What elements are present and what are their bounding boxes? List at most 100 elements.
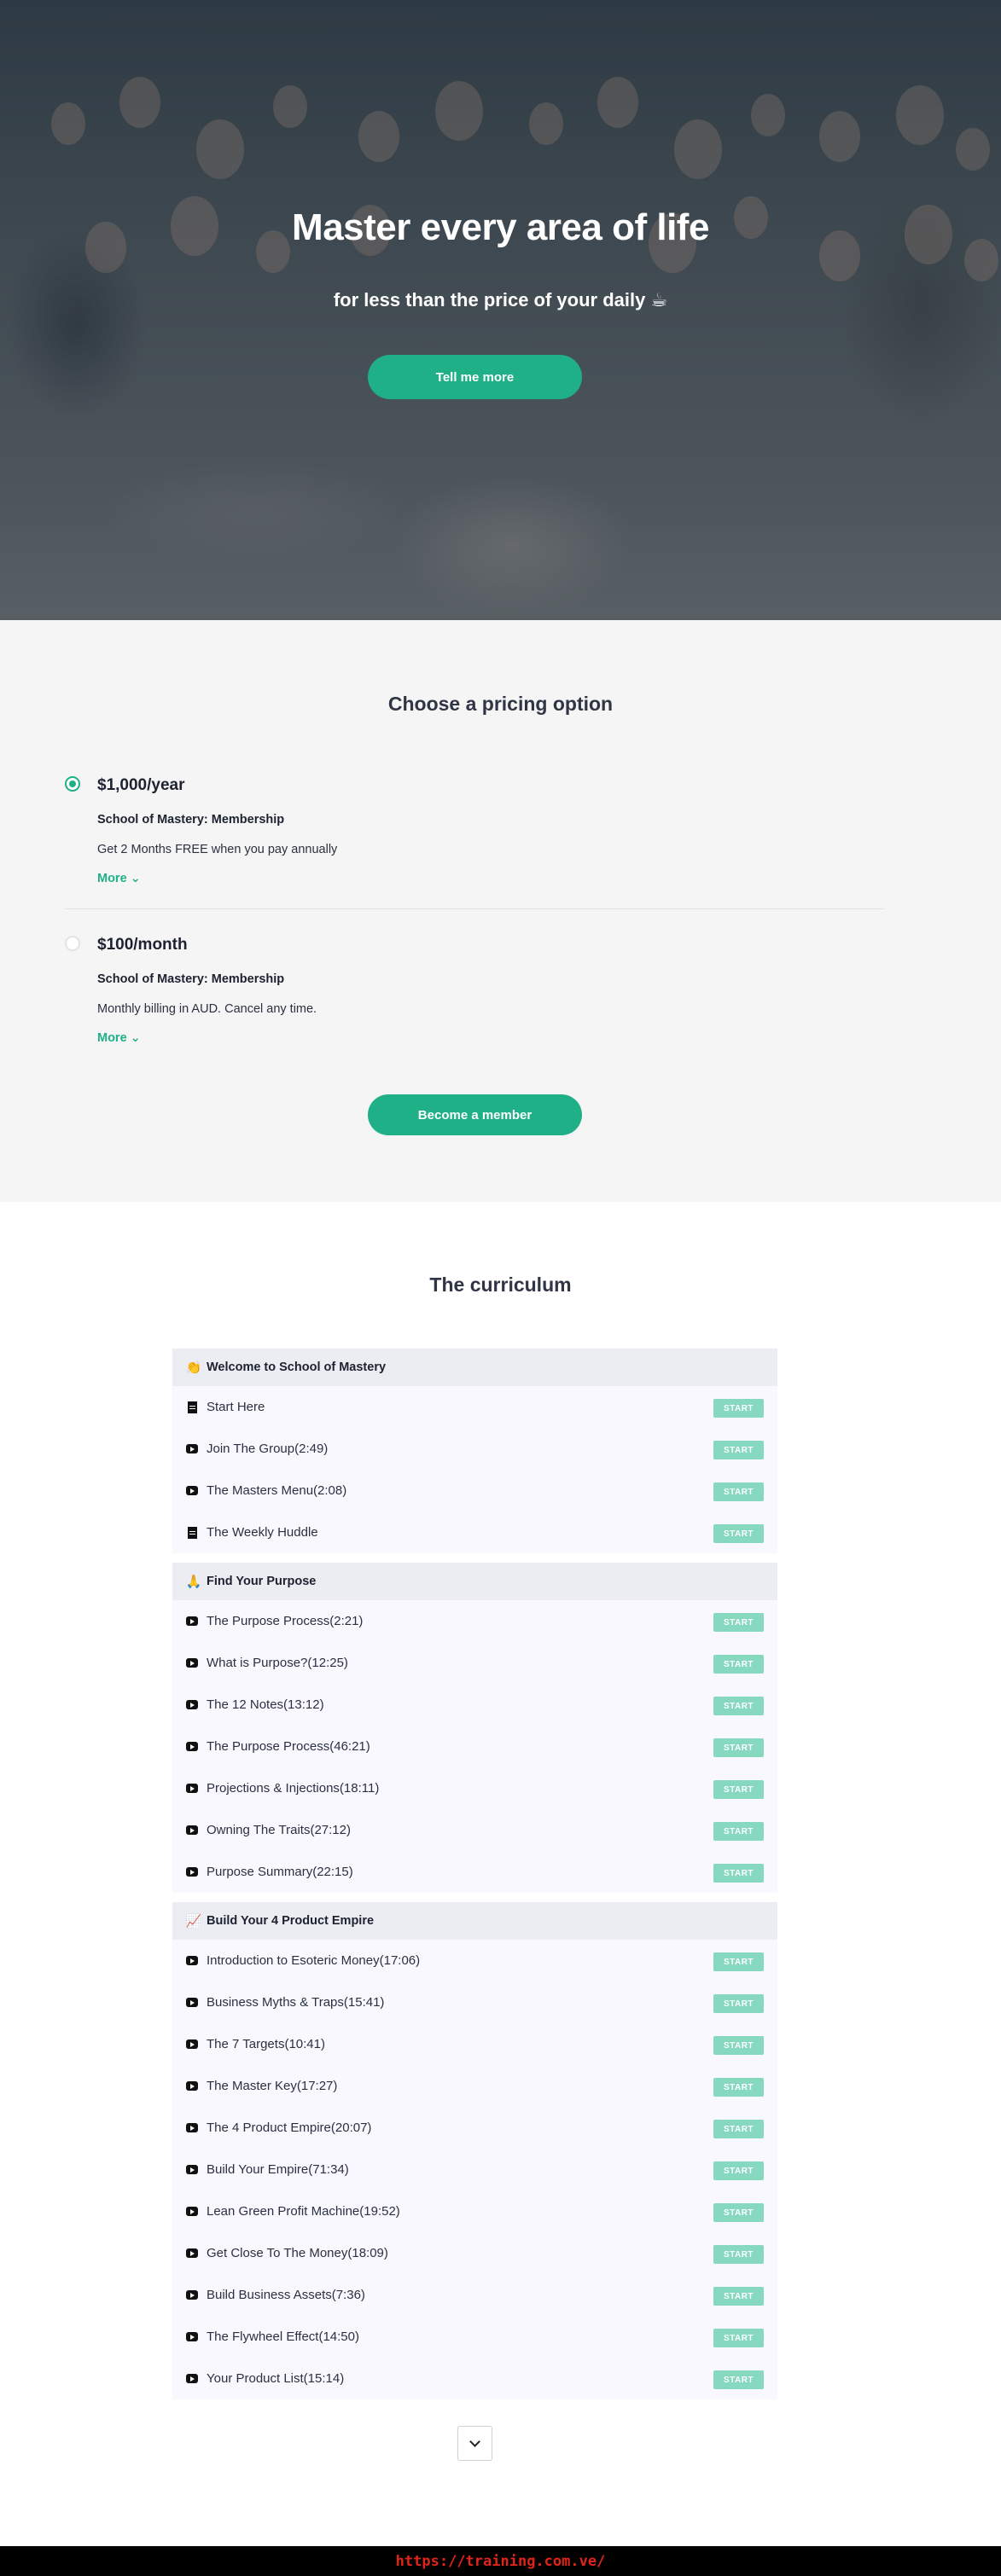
lesson-item[interactable]: Build Business Assets(7:36) START <box>172 2274 777 2316</box>
lesson-item[interactable]: Get Close To The Money(18:09) START <box>172 2232 777 2274</box>
pricing-price: $1,000/year <box>97 776 185 794</box>
watermark-url: https://training.com.ve/ <box>395 2552 606 2570</box>
start-button[interactable]: START <box>713 1655 764 1674</box>
pricing-option-monthly[interactable]: $100/month School of Mastery: Membership… <box>65 936 884 1047</box>
curriculum-section-header: 📈 Build Your 4 Product Empire <box>172 1902 777 1940</box>
lesson-title: The Purpose Process(46:21) <box>207 1739 370 1754</box>
lesson-item[interactable]: What is Purpose?(12:25) START <box>172 1642 777 1684</box>
video-icon <box>186 1658 198 1668</box>
lesson-title: Your Product List(15:14) <box>207 2371 345 2386</box>
start-button[interactable]: START <box>713 1994 764 2013</box>
lesson-item[interactable]: The Masters Menu(2:08) START <box>172 1470 777 1511</box>
lesson-item[interactable]: The Flywheel Effect(14:50) START <box>172 2316 777 2358</box>
start-button[interactable]: START <box>713 2120 764 2138</box>
section-emoji: 🙏 <box>185 1575 202 1589</box>
document-icon <box>188 1526 197 1539</box>
video-icon <box>186 1700 198 1709</box>
start-button[interactable]: START <box>713 1441 764 1459</box>
lesson-title: Owning The Traits(27:12) <box>207 1823 351 1837</box>
start-button[interactable]: START <box>713 1780 764 1799</box>
tell-me-more-button[interactable]: Tell me more <box>368 355 582 399</box>
video-icon <box>186 1956 198 1965</box>
video-icon <box>186 1784 198 1793</box>
start-button[interactable]: START <box>713 1482 764 1501</box>
start-button[interactable]: START <box>713 2329 764 2347</box>
start-button[interactable]: START <box>713 2287 764 2306</box>
video-icon <box>186 2374 198 2383</box>
lesson-title: Build Your Empire(71:34) <box>207 2162 349 2177</box>
lesson-item[interactable]: Build Your Empire(71:34) START <box>172 2149 777 2190</box>
lesson-item[interactable]: Join The Group(2:49) START <box>172 1428 777 1470</box>
radio-unselected[interactable] <box>65 936 80 951</box>
video-icon <box>186 1867 198 1877</box>
lesson-item[interactable]: The Purpose Process(46:21) START <box>172 1726 777 1767</box>
start-button[interactable]: START <box>713 2245 764 2264</box>
start-button[interactable]: START <box>713 2161 764 2180</box>
video-icon <box>186 1444 198 1453</box>
lesson-item[interactable]: The Purpose Process(2:21) START <box>172 1600 777 1642</box>
start-button[interactable]: START <box>713 1864 764 1883</box>
start-button[interactable]: START <box>713 2078 764 2097</box>
lesson-title: The Weekly Huddle <box>207 1525 318 1540</box>
more-link[interactable]: More ⌄ <box>97 1031 141 1045</box>
curriculum-title: The curriculum <box>429 1273 572 1296</box>
start-button[interactable]: START <box>713 2036 764 2055</box>
start-button[interactable]: START <box>713 1613 764 1632</box>
lesson-title: The Purpose Process(2:21) <box>207 1614 364 1628</box>
lesson-title: The 4 Product Empire(20:07) <box>207 2121 372 2135</box>
section-emoji: 📈 <box>185 1914 202 1929</box>
video-icon <box>186 1825 198 1835</box>
lesson-item[interactable]: The 4 Product Empire(20:07) START <box>172 2107 777 2149</box>
lesson-item[interactable]: Your Product List(15:14) START <box>172 2358 777 2399</box>
lesson-title: The Masters Menu(2:08) <box>207 1483 347 1498</box>
start-button[interactable]: START <box>713 1524 764 1543</box>
lesson-item[interactable]: The 7 Targets(10:41) START <box>172 2023 777 2065</box>
lesson-item[interactable]: Owning The Traits(27:12) START <box>172 1809 777 1851</box>
video-icon <box>186 2332 198 2341</box>
lesson-item[interactable]: The Master Key(17:27) START <box>172 2065 777 2107</box>
lesson-title: The 12 Notes(13:12) <box>207 1697 324 1712</box>
lesson-item[interactable]: The Weekly Huddle START <box>172 1511 777 1553</box>
lesson-title: Introduction to Esoteric Money(17:06) <box>207 1953 421 1968</box>
video-icon <box>186 1486 198 1495</box>
lesson-item[interactable]: Projections & Injections(18:11) START <box>172 1767 777 1809</box>
section-emoji: 👏 <box>185 1361 202 1375</box>
lesson-title: What is Purpose?(12:25) <box>207 1656 348 1670</box>
more-link[interactable]: More ⌄ <box>97 872 141 885</box>
lesson-title: Purpose Summary(22:15) <box>207 1865 353 1879</box>
lesson-item[interactable]: Introduction to Esoteric Money(17:06) STA… <box>172 1940 777 1981</box>
video-icon <box>186 1616 198 1626</box>
pricing-plan-name: School of Mastery: Membership <box>97 972 285 986</box>
start-button[interactable]: START <box>713 1697 764 1715</box>
start-button[interactable]: START <box>713 1822 764 1841</box>
pricing-option-annual[interactable]: $1,000/year School of Mastery: Membershi… <box>65 776 884 887</box>
video-icon <box>186 1998 198 2007</box>
video-icon <box>186 2248 198 2258</box>
lesson-title: Get Close To The Money(18:09) <box>207 2246 388 2260</box>
video-icon <box>186 2081 198 2091</box>
lesson-title: The 7 Targets(10:41) <box>207 2037 325 2051</box>
lesson-title: Start Here <box>207 1400 265 1414</box>
chevron-down-icon <box>469 2436 480 2447</box>
start-button[interactable]: START <box>713 2370 764 2389</box>
curriculum-section-header: 🙏 Find Your Purpose <box>172 1563 777 1600</box>
expand-curriculum-button[interactable] <box>457 2426 492 2461</box>
pricing-section: Choose a pricing option $1,000/year Scho… <box>0 620 1001 1202</box>
start-button[interactable]: START <box>713 2203 764 2222</box>
hero-title: Master every area of life <box>292 206 709 248</box>
hero-section: Master every area of life for less than … <box>0 0 1001 620</box>
start-button[interactable]: START <box>713 1399 764 1418</box>
divider <box>65 908 884 909</box>
radio-selected[interactable] <box>65 776 80 792</box>
lesson-item[interactable]: Lean Green Profit Machine(19:52) START <box>172 2190 777 2232</box>
video-icon <box>186 2207 198 2216</box>
lesson-item[interactable]: Purpose Summary(22:15) START <box>172 1851 777 1893</box>
lesson-item[interactable]: Business Myths & Traps(15:41) START <box>172 1981 777 2023</box>
lesson-item[interactable]: The 12 Notes(13:12) START <box>172 1684 777 1726</box>
start-button[interactable]: START <box>713 1738 764 1757</box>
lesson-item[interactable]: Start Here START <box>172 1386 777 1428</box>
start-button[interactable]: START <box>713 1952 764 1971</box>
pricing-title: Choose a pricing option <box>387 693 614 715</box>
section-title: Welcome to School of Mastery <box>207 1361 387 1374</box>
become-member-button[interactable]: Become a member <box>368 1094 582 1135</box>
